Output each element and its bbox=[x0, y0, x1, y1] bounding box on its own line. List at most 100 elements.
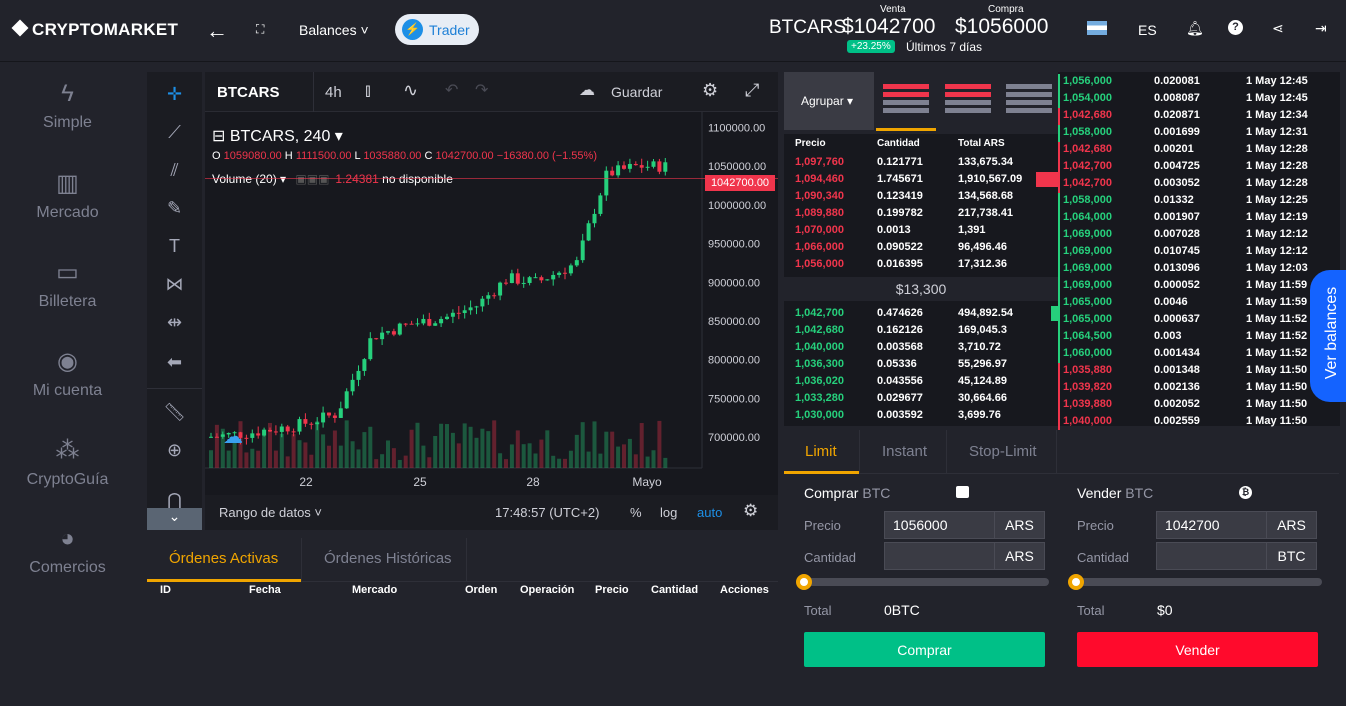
trendline-icon[interactable]: ⟋ bbox=[147, 122, 202, 143]
candle-body bbox=[521, 282, 526, 284]
share-icon[interactable]: ⋖ bbox=[1272, 20, 1284, 37]
bid-row[interactable]: 1,042,680 0.162126 169,045.3 bbox=[784, 323, 1058, 340]
redo-icon[interactable]: ↷ bbox=[475, 80, 488, 100]
candle-type-icon[interactable]: ⫾ bbox=[365, 80, 371, 101]
candle-body bbox=[663, 162, 668, 172]
back-arrow-icon[interactable]: ⬅ bbox=[147, 352, 202, 373]
settings-gear-icon[interactable]: ⚙ bbox=[702, 80, 718, 101]
bid-row[interactable]: 1,042,700 0.474626 494,892.54 bbox=[784, 306, 1058, 323]
ask-row[interactable]: 1,089,880 0.199782 217,738.41 bbox=[784, 206, 1058, 223]
balances-dropdown[interactable]: Balances ˅ bbox=[299, 22, 369, 38]
book-asks-icon[interactable] bbox=[945, 84, 991, 120]
sidebar-item-cryptoguia[interactable]: ⁂ CryptoGuía bbox=[0, 436, 135, 489]
bell-icon[interactable]: 🔔︎ bbox=[1186, 20, 1204, 37]
tab-stop-limit[interactable]: Stop-Limit bbox=[969, 443, 1037, 460]
sell-slider-handle[interactable] bbox=[1068, 574, 1084, 590]
fullscreen-icon[interactable]: ⤢ bbox=[745, 80, 759, 101]
price-chart[interactable]: ⊟ BTCARS, 240 ▾ O 1059080.00 H 1111500.0… bbox=[205, 112, 778, 495]
logo[interactable]: CRYPTOMARKET bbox=[11, 19, 178, 40]
buy-button[interactable]: Comprar bbox=[804, 632, 1045, 667]
sidebar-item-mi-cuenta[interactable]: ◉ Mi cuenta bbox=[0, 347, 135, 400]
buy-qty-input[interactable] bbox=[884, 542, 995, 570]
volume-bar bbox=[291, 434, 296, 468]
back-arrow-icon[interactable]: ← bbox=[206, 18, 228, 44]
pitchfork-icon[interactable]: ⫽ bbox=[147, 160, 202, 181]
trader-button[interactable]: ⚡ Trader bbox=[395, 14, 479, 45]
text-tool-icon[interactable]: T bbox=[147, 236, 202, 257]
logout-icon[interactable]: ⇥ bbox=[1315, 20, 1327, 37]
bid-row[interactable]: 1,040,000 0.003568 3,710.72 bbox=[784, 340, 1058, 357]
bid-row[interactable]: 1,036,300 0.05336 55,296.97 bbox=[784, 357, 1058, 374]
ask-row[interactable]: 1,070,000 0.0013 1,391 bbox=[784, 223, 1058, 240]
percent-toggle[interactable]: % bbox=[630, 505, 642, 520]
candle-body bbox=[604, 170, 609, 196]
trade-side-bar bbox=[1058, 295, 1060, 312]
bid-row[interactable]: 1,033,280 0.029677 30,664.66 bbox=[784, 391, 1058, 408]
language-selector[interactable]: ES bbox=[1138, 22, 1157, 38]
sidebar-item-billetera[interactable]: ▭ Billetera bbox=[0, 258, 135, 311]
auto-toggle[interactable]: auto bbox=[697, 505, 722, 520]
pattern-icon[interactable]: ⋈ bbox=[147, 274, 202, 295]
sidebar-item-comercios[interactable]: ◕ Comercios bbox=[0, 525, 135, 577]
trade-cell: 1 May 12:12 bbox=[1246, 245, 1308, 257]
volume-bar bbox=[321, 434, 326, 468]
sidebar-item-simple[interactable]: ϟ Simple bbox=[0, 80, 135, 132]
volume-bar bbox=[645, 456, 650, 468]
bid-row[interactable]: 1,030,000 0.003592 3,699.76 bbox=[784, 408, 1058, 425]
tab-history-orders[interactable]: Órdenes Históricas bbox=[324, 550, 452, 567]
orderbook-header: Precio Cantidad Total ARS bbox=[784, 138, 1058, 154]
candle-body bbox=[427, 318, 432, 326]
date-range-button[interactable]: Rango de datos ˅ bbox=[219, 505, 322, 520]
undo-icon[interactable]: ↶ bbox=[445, 80, 458, 100]
buy-price-input[interactable]: 1056000 bbox=[884, 511, 995, 539]
volume-bar bbox=[598, 453, 603, 468]
symbol-search[interactable]: BTCARS bbox=[217, 84, 280, 101]
save-button[interactable]: Guardar bbox=[611, 84, 662, 100]
tab-limit[interactable]: Limit bbox=[805, 443, 837, 460]
book-bids-icon[interactable] bbox=[1006, 84, 1052, 120]
indicators-icon[interactable]: ∿ bbox=[403, 80, 418, 101]
crosshair-icon[interactable]: ✛ bbox=[147, 84, 202, 105]
ask-row[interactable]: 1,090,340 0.123419 134,568.68 bbox=[784, 189, 1058, 206]
candle-body bbox=[374, 338, 379, 340]
trade-cell: 1,065,000 bbox=[1063, 313, 1112, 325]
trade-row: 1,069,000 0.010745 1 May 12:12 bbox=[1058, 244, 1340, 261]
tab-active-orders[interactable]: Órdenes Activas bbox=[169, 550, 278, 567]
sell-button[interactable]: Vender bbox=[1077, 632, 1318, 667]
ask-row[interactable]: 1,094,460 1.745671 1,910,567.09 bbox=[784, 172, 1058, 189]
trade-cell: 1 May 12:12 bbox=[1246, 228, 1308, 240]
log-toggle[interactable]: log bbox=[660, 505, 677, 520]
bid-row[interactable]: 1,036,020 0.043556 45,124.89 bbox=[784, 374, 1058, 391]
argentina-flag-icon[interactable] bbox=[1087, 21, 1107, 35]
collapse-chevron-icon[interactable]: ⌄ bbox=[147, 508, 202, 530]
help-icon[interactable]: ? bbox=[1228, 20, 1243, 35]
sidebar-item-mercado[interactable]: ▥ Mercado bbox=[0, 169, 135, 222]
trade-cell: 0.000637 bbox=[1154, 313, 1200, 325]
settings-gear-icon[interactable]: ⚙ bbox=[743, 501, 758, 521]
buy-slider[interactable] bbox=[804, 578, 1049, 586]
bid-cell: 1,042,680 bbox=[795, 324, 844, 336]
ver-balances-button[interactable]: Ver balances bbox=[1310, 270, 1346, 402]
candle-body bbox=[515, 273, 520, 284]
volume-bar bbox=[297, 440, 302, 468]
volume-bar bbox=[415, 422, 420, 468]
tab-instant[interactable]: Instant bbox=[882, 443, 927, 460]
fullscreen-icon[interactable]: ⛶ bbox=[256, 22, 264, 37]
sell-qty-input[interactable] bbox=[1156, 542, 1267, 570]
volume-bar bbox=[327, 445, 331, 468]
ask-row[interactable]: 1,097,760 0.121771 133,675.34 bbox=[784, 155, 1058, 172]
brush-icon[interactable]: ✎ bbox=[147, 198, 202, 219]
ask-row[interactable]: 1,056,000 0.016395 17,312.36 bbox=[784, 257, 1058, 274]
interval-selector[interactable]: 4h bbox=[325, 84, 342, 101]
chart-footer: Rango de datos ˅ 17:48:57 (UTC+2) % log … bbox=[205, 495, 778, 530]
book-both-icon[interactable] bbox=[883, 84, 929, 120]
sell-slider[interactable] bbox=[1077, 578, 1322, 586]
zoom-in-icon[interactable]: ⊕ bbox=[147, 440, 202, 461]
volume-bar bbox=[303, 442, 308, 468]
buy-slider-handle[interactable] bbox=[796, 574, 812, 590]
group-dropdown[interactable]: Agrupar ▾ bbox=[784, 72, 874, 130]
ruler-icon[interactable]: 📏︎ bbox=[147, 402, 202, 423]
ask-row[interactable]: 1,066,000 0.090522 96,496.46 bbox=[784, 240, 1058, 257]
sell-price-input[interactable]: 1042700 bbox=[1156, 511, 1267, 539]
prediction-icon[interactable]: ⇹ bbox=[147, 312, 202, 333]
